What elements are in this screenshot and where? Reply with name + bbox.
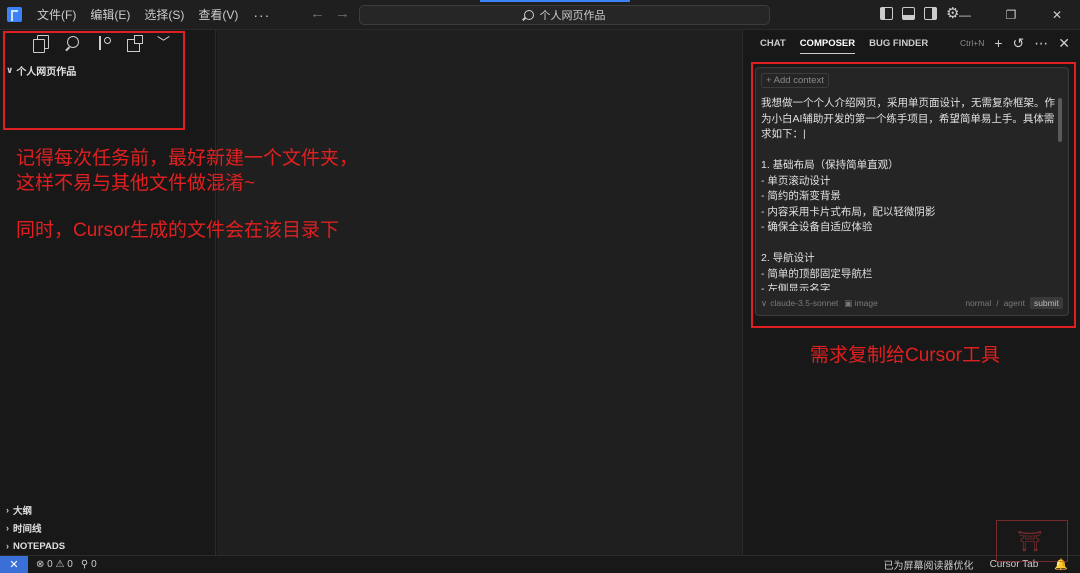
annotation-note-right: 需求复制给Cursor工具	[810, 345, 1001, 366]
forward-arrow-icon[interactable]: →	[335, 5, 350, 22]
status-bar: ✕ ⊗ 0 ⚠ 0 ⚲ 0 已为屏幕阅读器优化 Cursor Tab 🔔	[0, 555, 1080, 573]
broadcast-icon: ⚲	[80, 559, 89, 570]
ports-indicator[interactable]: ⚲ 0	[81, 559, 97, 570]
chevron-right-icon: ›	[6, 523, 9, 533]
annotation-box-composer	[751, 62, 1076, 328]
chevron-right-icon: ›	[6, 541, 9, 551]
annotation-box-explorer	[3, 31, 185, 130]
menu-edit[interactable]: 编辑(E)	[83, 4, 137, 26]
app-logo-icon	[7, 7, 22, 22]
search-progress-bar	[480, 0, 630, 2]
command-center-search[interactable]: 个人网页作品	[359, 5, 770, 25]
section-notepads[interactable]: › NOTEPADS	[6, 537, 65, 555]
minimize-button[interactable]: —	[942, 0, 988, 30]
window-controls: — ❐ ✕	[942, 0, 1080, 30]
toggle-panel-icon[interactable]	[902, 7, 915, 20]
menu-bar: 文件(F) 编辑(E) 选择(S) 查看(V) ···	[30, 0, 278, 30]
close-button[interactable]: ✕	[1034, 0, 1080, 30]
restore-button[interactable]: ❐	[988, 0, 1034, 30]
more-icon[interactable]: ⋯	[1034, 36, 1048, 50]
plus-icon[interactable]: +	[994, 36, 1002, 50]
chevron-right-icon: ›	[6, 505, 9, 515]
new-chat-shortcut: Ctrl+N	[960, 38, 985, 48]
sidebar-sections: › 大纲 › 时间线 › NOTEPADS	[6, 501, 65, 555]
remote-button[interactable]: ✕	[0, 555, 28, 573]
title-bar: 文件(F) 编辑(E) 选择(S) 查看(V) ··· ← → 个人网页作品 ⚙…	[0, 0, 1080, 30]
tab-composer[interactable]: COMPOSER	[799, 38, 856, 54]
tab-chat[interactable]: CHAT	[760, 38, 786, 54]
editor-area[interactable]	[217, 30, 742, 555]
annotation-note-line1: 记得每次任务前，最好新建一个文件夹，	[16, 148, 359, 169]
chat-tabs: CHAT COMPOSER BUG FINDER	[760, 38, 928, 54]
menu-selection[interactable]: 选择(S)	[137, 4, 191, 26]
history-icon[interactable]: ↺	[1013, 36, 1025, 50]
section-timeline-label: 时间线	[13, 524, 42, 535]
section-timeline[interactable]: › 时间线	[6, 519, 65, 537]
menu-file[interactable]: 文件(F)	[30, 4, 83, 26]
search-text: 个人网页作品	[539, 10, 606, 22]
section-notepads-label: NOTEPADS	[13, 540, 66, 552]
section-outline-label: 大纲	[13, 506, 33, 517]
back-arrow-icon[interactable]: ←	[310, 5, 325, 22]
annotation-note-line2: 这样不易与其他文件做混淆~	[16, 173, 256, 194]
close-icon[interactable]: ✕	[1058, 36, 1070, 50]
ports-count: 0	[91, 559, 97, 570]
menu-view[interactable]: 查看(V)	[191, 4, 245, 26]
screen-reader-status[interactable]: 已为屏幕阅读器优化	[884, 557, 974, 572]
nav-arrows: ← →	[310, 5, 350, 22]
toggle-secondary-sidebar-icon[interactable]	[924, 7, 937, 20]
tab-bug-finder[interactable]: BUG FINDER	[869, 38, 928, 54]
watermark-seal: ⛩	[996, 520, 1068, 562]
search-icon	[523, 10, 534, 20]
section-outline[interactable]: › 大纲	[6, 501, 65, 519]
toggle-primary-sidebar-icon[interactable]	[880, 7, 893, 20]
chat-actions: Ctrl+N + ↺ ⋯ ✕	[960, 36, 1070, 50]
problems-indicator[interactable]: ⊗ 0 ⚠ 0	[36, 559, 73, 570]
menu-more-icon[interactable]: ···	[245, 7, 278, 23]
annotation-note-line3: 同时，Cursor生成的文件会在该目录下	[16, 220, 340, 241]
